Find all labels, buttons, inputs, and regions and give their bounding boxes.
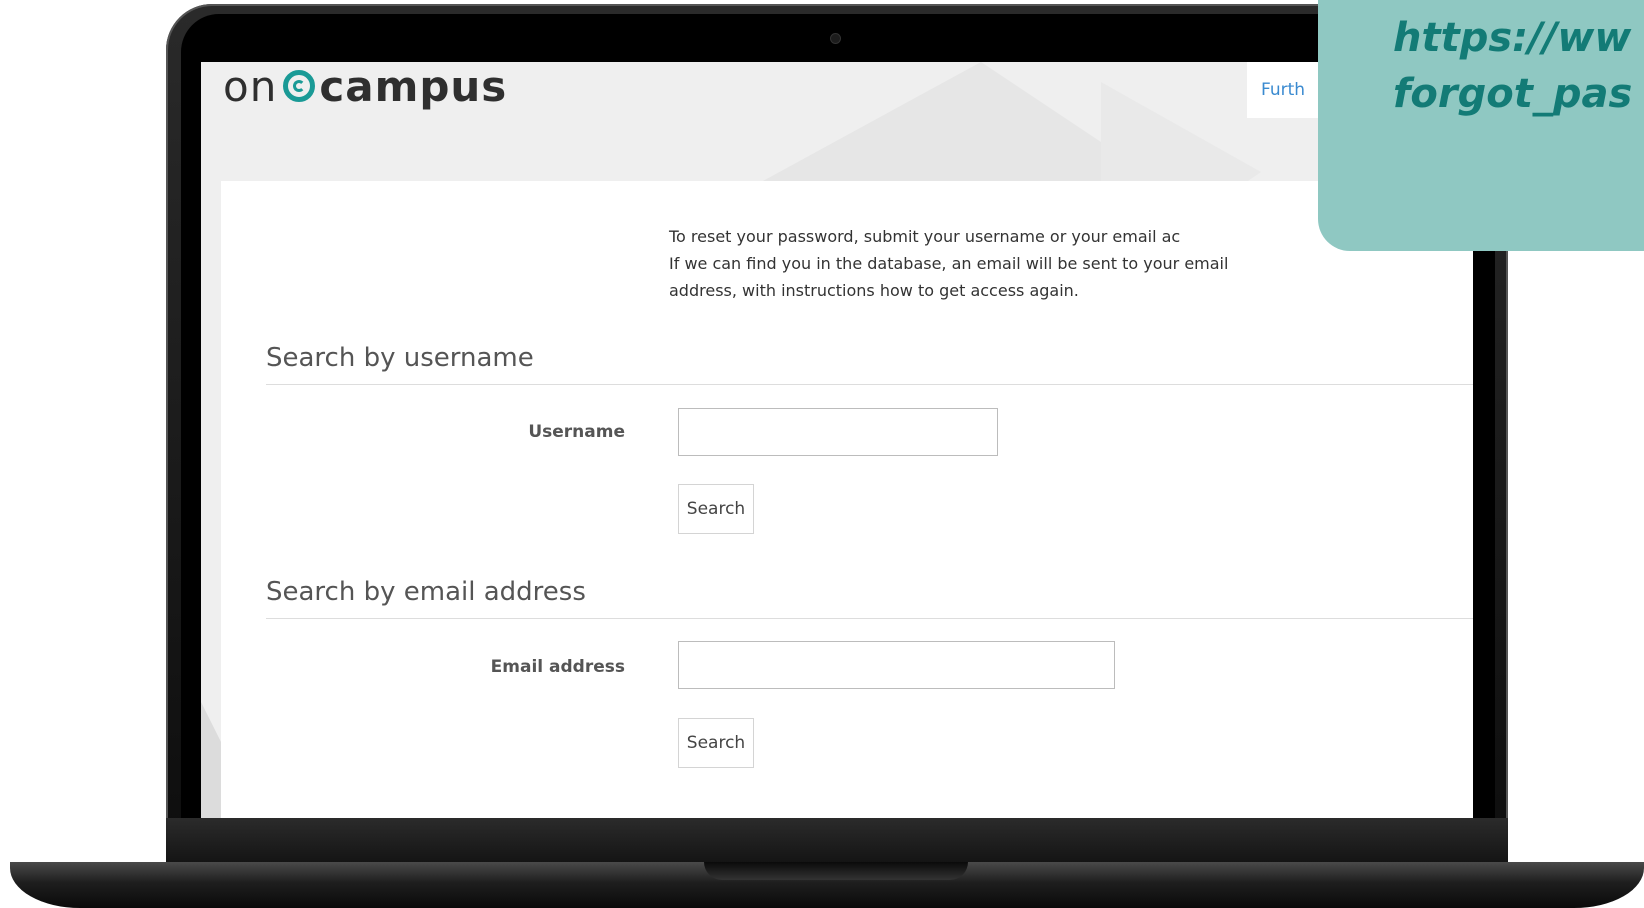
intro-line: address, with instructions how to get ac… (669, 281, 1079, 300)
email-input[interactable] (678, 641, 1115, 689)
section-title-email: Search by email address (266, 577, 586, 607)
username-input[interactable] (678, 408, 998, 456)
url-callout: https://ww forgot_pas (1318, 0, 1644, 251)
intro-line: To reset your password, submit your user… (669, 227, 1181, 246)
oncampus-logo-icon (283, 70, 316, 102)
search-username-button[interactable]: Search (678, 484, 754, 534)
intro-line: If we can find you in the database, an e… (669, 254, 1229, 273)
intro-text: To reset your password, submit your user… (669, 223, 1409, 304)
logo-text-suffix: campus (319, 62, 508, 111)
search-email-button[interactable]: Search (678, 718, 754, 768)
logo-text-prefix: on (223, 62, 278, 111)
browser-screen: on campus Furth To reset your password, … (201, 62, 1473, 818)
main-panel: To reset your password, submit your user… (221, 181, 1473, 818)
laptop-chin (166, 818, 1508, 863)
url-text: https://ww forgot_pas (1393, 15, 1633, 117)
laptop-notch (704, 862, 968, 880)
section-title-username: Search by username (266, 343, 534, 373)
site-logo[interactable]: on campus (223, 62, 508, 111)
section-divider (266, 618, 1473, 619)
section-divider (266, 384, 1473, 385)
email-label: Email address (490, 657, 625, 677)
username-label: Username (528, 422, 625, 442)
camera-icon (831, 34, 840, 43)
